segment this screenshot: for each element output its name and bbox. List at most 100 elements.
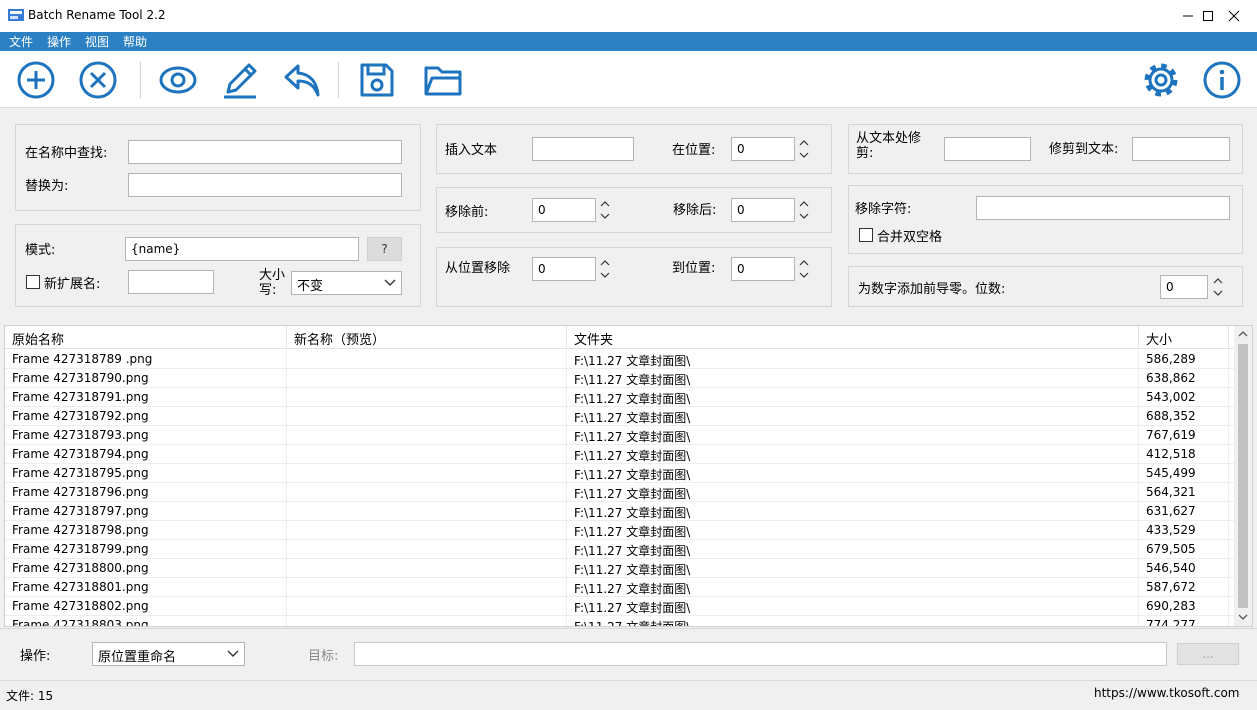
pattern-label: 模式: bbox=[25, 243, 56, 258]
menu-help[interactable]: 帮助 bbox=[123, 33, 147, 50]
close-window-button[interactable] bbox=[1211, 0, 1257, 32]
preview-eye-icon[interactable] bbox=[158, 60, 198, 100]
table-row[interactable]: Frame 427318796.png F:\11.27 文章封面图\ 564,32… bbox=[5, 483, 1235, 502]
target-label: 目标: bbox=[308, 649, 339, 664]
table-row[interactable]: Frame 427318795.png F:\11.27 文章封面图\ 545,49… bbox=[5, 464, 1235, 483]
column-new-name[interactable]: 新名称（预览） bbox=[287, 326, 567, 349]
cell-new-name bbox=[287, 578, 567, 597]
column-original-name[interactable]: 原始名称 bbox=[5, 326, 287, 349]
add-icon[interactable] bbox=[16, 60, 56, 100]
insert-text-input[interactable] bbox=[532, 137, 634, 161]
cell-original-name: Frame 427318793.png bbox=[5, 426, 287, 445]
table-row[interactable]: Frame 427318801.png F:\11.27 文章封面图\ 587,67… bbox=[5, 578, 1235, 597]
scrollbar-thumb[interactable] bbox=[1238, 344, 1248, 608]
undo-icon[interactable] bbox=[282, 60, 322, 100]
cell-size: 545,499 bbox=[1139, 464, 1229, 483]
operation-select[interactable]: 原位置重命名 bbox=[92, 642, 245, 666]
remove-from-input[interactable]: 0 bbox=[532, 257, 596, 281]
chevron-down-icon bbox=[227, 650, 239, 657]
leading-zeros-stepper[interactable] bbox=[1212, 275, 1224, 299]
toolbar-separator bbox=[140, 62, 141, 98]
toolbar bbox=[0, 51, 1257, 108]
merge-spaces-checkbox[interactable] bbox=[859, 228, 873, 242]
pattern-help-button[interactable]: ? bbox=[367, 237, 402, 261]
table-row[interactable]: Frame 427318803.png F:\11.27 文章封面图\ 774,27… bbox=[5, 616, 1235, 626]
new-extension-label: 新扩展名: bbox=[44, 277, 101, 292]
target-input[interactable] bbox=[354, 642, 1167, 666]
trim-to-input[interactable] bbox=[1132, 137, 1230, 161]
case-select[interactable]: 不变 bbox=[291, 271, 402, 295]
remove-before-input[interactable]: 0 bbox=[532, 198, 596, 222]
cell-new-name bbox=[287, 521, 567, 540]
website-link[interactable]: https://www.tkosoft.com bbox=[1094, 686, 1240, 700]
remove-before-stepper[interactable] bbox=[599, 198, 611, 222]
menu-view[interactable]: 视图 bbox=[85, 33, 109, 50]
remove-after-input[interactable]: 0 bbox=[731, 198, 795, 222]
browse-target-button[interactable]: ... bbox=[1177, 643, 1239, 665]
table-row[interactable]: Frame 427318789 .png F:\11.27 文章封面图\ 586,2… bbox=[5, 350, 1235, 369]
vertical-scrollbar[interactable] bbox=[1234, 326, 1252, 626]
menu-action[interactable]: 操作 bbox=[47, 33, 71, 50]
cell-original-name: Frame 427318798.png bbox=[5, 521, 287, 540]
cell-folder: F:\11.27 文章封面图\ bbox=[567, 521, 1139, 540]
table-row[interactable]: Frame 427318792.png F:\11.27 文章封面图\ 688,35… bbox=[5, 407, 1235, 426]
app-icon bbox=[8, 9, 24, 21]
cell-new-name bbox=[287, 407, 567, 426]
cell-size: 587,672 bbox=[1139, 578, 1229, 597]
trim-from-input[interactable] bbox=[944, 137, 1031, 161]
cell-folder: F:\11.27 文章封面图\ bbox=[567, 616, 1139, 626]
table-row[interactable]: Frame 427318799.png F:\11.27 文章封面图\ 679,50… bbox=[5, 540, 1235, 559]
case-select-value: 不变 bbox=[297, 279, 324, 294]
menu-file[interactable]: 文件 bbox=[9, 33, 33, 50]
cell-original-name: Frame 427318801.png bbox=[5, 578, 287, 597]
cell-new-name bbox=[287, 426, 567, 445]
scroll-down-icon[interactable] bbox=[1238, 613, 1248, 621]
info-icon[interactable] bbox=[1202, 60, 1242, 100]
remove-to-input[interactable]: 0 bbox=[731, 257, 795, 281]
remove-to-stepper[interactable] bbox=[798, 257, 810, 281]
new-extension-checkbox[interactable] bbox=[26, 275, 40, 289]
file-count: 文件: 15 bbox=[6, 689, 54, 703]
window-title: Batch Rename Tool 2.2 bbox=[28, 8, 166, 22]
remove-after-stepper[interactable] bbox=[798, 198, 810, 222]
table-row[interactable]: Frame 427318802.png F:\11.27 文章封面图\ 690,28… bbox=[5, 597, 1235, 616]
pattern-input[interactable]: {name} bbox=[125, 237, 359, 261]
find-input[interactable] bbox=[128, 140, 402, 164]
insert-position-stepper[interactable] bbox=[798, 137, 810, 161]
cell-size: 690,283 bbox=[1139, 597, 1229, 616]
cell-new-name bbox=[287, 616, 567, 626]
save-icon[interactable] bbox=[357, 60, 397, 100]
scroll-up-icon[interactable] bbox=[1238, 330, 1248, 338]
cell-size: 543,002 bbox=[1139, 388, 1229, 407]
cell-folder: F:\11.27 文章封面图\ bbox=[567, 464, 1139, 483]
insert-position-input[interactable]: 0 bbox=[731, 137, 795, 161]
replace-input[interactable] bbox=[128, 173, 402, 197]
cell-new-name bbox=[287, 540, 567, 559]
table-row[interactable]: Frame 427318797.png F:\11.27 文章封面图\ 631,62… bbox=[5, 502, 1235, 521]
remove-from-stepper[interactable] bbox=[599, 257, 611, 281]
rename-pencil-icon[interactable] bbox=[220, 60, 260, 100]
file-list-table[interactable]: 原始名称 新名称（预览） 文件夹 大小 Frame 427318789 .png… bbox=[4, 325, 1253, 627]
table-row[interactable]: Frame 427318791.png F:\11.27 文章封面图\ 543,00… bbox=[5, 388, 1235, 407]
cell-original-name: Frame 427318790.png bbox=[5, 369, 287, 388]
replace-label: 替换为: bbox=[25, 179, 69, 194]
find-label: 在名称中查找: bbox=[25, 146, 108, 161]
table-row[interactable]: Frame 427318790.png F:\11.27 文章封面图\ 638,86… bbox=[5, 369, 1235, 388]
table-header: 原始名称 新名称（预览） 文件夹 大小 bbox=[5, 326, 1235, 349]
table-row[interactable]: Frame 427318793.png F:\11.27 文章封面图\ 767,61… bbox=[5, 426, 1235, 445]
table-row[interactable]: Frame 427318798.png F:\11.27 文章封面图\ 433,52… bbox=[5, 521, 1235, 540]
leading-zeros-input[interactable]: 0 bbox=[1160, 275, 1208, 299]
cell-folder: F:\11.27 文章封面图\ bbox=[567, 407, 1139, 426]
table-row[interactable]: Frame 427318800.png F:\11.27 文章封面图\ 546,54… bbox=[5, 559, 1235, 578]
open-folder-icon[interactable] bbox=[423, 60, 463, 100]
cell-size: 679,505 bbox=[1139, 540, 1229, 559]
remove-icon[interactable] bbox=[78, 60, 118, 100]
settings-gear-icon[interactable] bbox=[1141, 60, 1181, 100]
close-icon bbox=[1228, 10, 1240, 22]
table-row[interactable]: Frame 427318794.png F:\11.27 文章封面图\ 412,51… bbox=[5, 445, 1235, 464]
column-size[interactable]: 大小 bbox=[1139, 326, 1229, 349]
remove-chars-input[interactable] bbox=[976, 196, 1230, 220]
cell-size: 586,289 bbox=[1139, 350, 1229, 369]
column-folder[interactable]: 文件夹 bbox=[567, 326, 1139, 349]
new-extension-input[interactable] bbox=[128, 270, 214, 294]
